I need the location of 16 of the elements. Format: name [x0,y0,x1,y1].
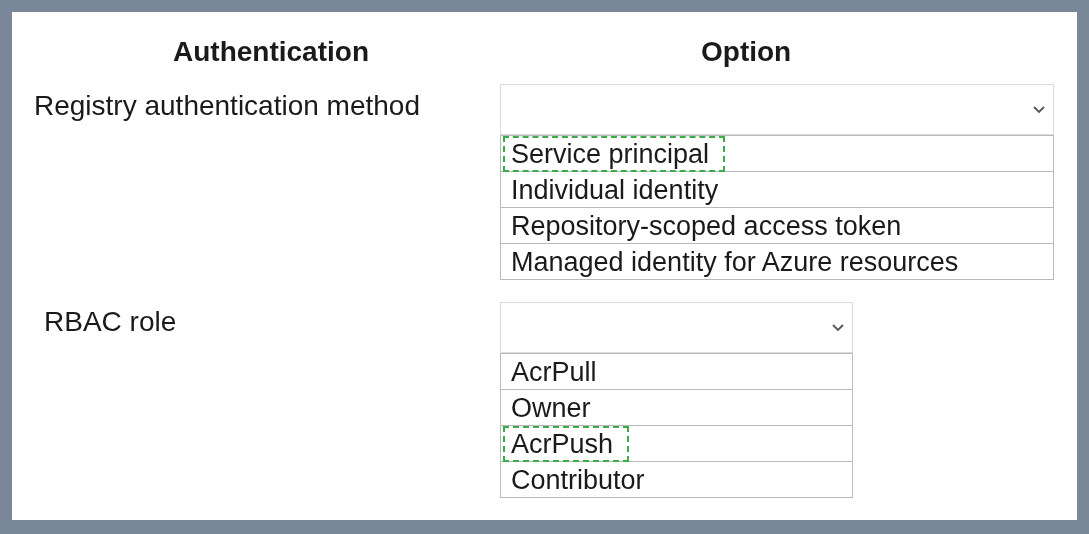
chevron-down-icon [1033,106,1045,113]
dropdown[interactable] [500,84,1054,135]
column-header: Authentication [172,38,370,66]
dropdown-option[interactable]: Individual identity [503,171,735,208]
dropdown-option[interactable]: AcrPush [503,425,630,462]
question-label: RBAC role [43,305,177,336]
column-header: Option [700,38,793,66]
dropdown[interactable] [500,302,853,353]
dropdown-option[interactable]: Contributor [503,461,661,498]
dropdown-option[interactable]: Owner [503,389,607,426]
dropdown-option[interactable]: Managed identity for Azure resources [503,243,975,280]
chevron-down-icon [832,324,844,331]
question-label: Registry authentication method [33,89,420,120]
dropdown-option[interactable]: Repository-scoped access token [503,207,918,244]
dropdown-option[interactable]: AcrPull [503,353,613,390]
dropdown-option[interactable]: Service principal [503,135,726,172]
